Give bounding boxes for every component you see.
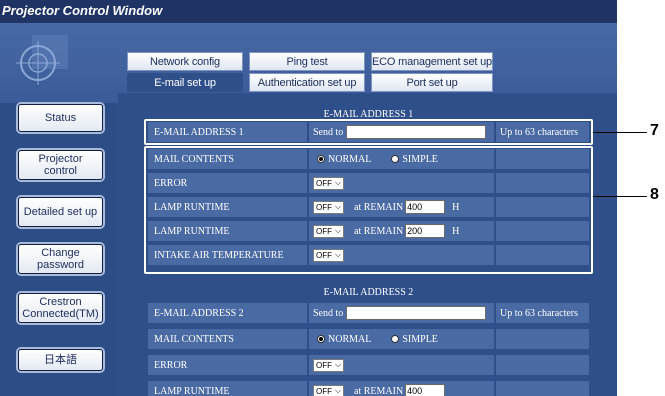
- chevron-down-icon: ⌵: [335, 360, 342, 369]
- email2-error-row: ERROR OFF ⌵: [148, 355, 589, 375]
- sidebar-item-japanese[interactable]: 日本語: [18, 349, 103, 371]
- email2-send-to-label: Send to: [313, 307, 344, 319]
- tab-authentication-setup[interactable]: Authentication set up: [249, 73, 365, 92]
- email2-mail-contents-cell: NORMAL SIMPLE: [309, 329, 494, 349]
- email2-lamp1-row: LAMP RUNTIME OFF ⌵ at REMAIN 400: [148, 381, 589, 396]
- email2-simple-radio[interactable]: [391, 335, 400, 343]
- email2-empty-cell: [496, 381, 589, 396]
- callout-frame-7: [144, 119, 593, 145]
- title-bar: Projector Control Window: [0, 0, 617, 23]
- tab-email-setup[interactable]: E-mail set up: [127, 73, 243, 92]
- email2-error-value: OFF: [316, 360, 332, 370]
- email2-error-select[interactable]: OFF ⌵: [313, 358, 344, 372]
- tab-eco-management[interactable]: ECO management set up: [371, 52, 493, 71]
- email2-lamp1-label: LAMP RUNTIME: [148, 381, 307, 396]
- email2-mail-contents-label: MAIL CONTENTS: [148, 329, 307, 349]
- tab-ping-test[interactable]: Ping test: [249, 52, 365, 71]
- email2-address-row: E-MAIL ADDRESS 2 Send to Up to 63 charac…: [148, 303, 589, 323]
- email2-normal-label: NORMAL: [328, 333, 372, 345]
- email2-mail-contents-row: MAIL CONTENTS NORMAL SIMPLE: [148, 329, 589, 349]
- tab-port-setup[interactable]: Port set up: [371, 73, 493, 92]
- callout-frame-8: [144, 146, 593, 274]
- email2-address-label: E-MAIL ADDRESS 2: [148, 303, 307, 323]
- logo-icon: [16, 35, 68, 85]
- email2-normal-radio[interactable]: [317, 335, 325, 343]
- sidebar-item-detailed-setup[interactable]: Detailed set up: [18, 197, 103, 227]
- sidebar-item-status[interactable]: Status: [18, 104, 103, 132]
- callout-leader-7: [593, 132, 647, 133]
- email2-simple-label: SIMPLE: [402, 333, 438, 345]
- email2-section-header: E-MAIL ADDRESS 2: [323, 287, 414, 298]
- email2-error-cell: OFF ⌵: [309, 355, 494, 375]
- email2-lamp1-select[interactable]: OFF ⌵: [313, 384, 344, 396]
- sidebar-item-projector-control[interactable]: Projector control: [18, 150, 103, 180]
- sidebar-item-crestron[interactable]: Crestron Connected(TM): [18, 293, 103, 323]
- chevron-down-icon: ⌵: [335, 386, 342, 395]
- sidebar-item-change-password[interactable]: Change password: [18, 244, 103, 274]
- callout-number-7: 7: [650, 122, 659, 139]
- email2-address-cell: Send to: [309, 303, 494, 323]
- email2-lamp1-cell: OFF ⌵ at REMAIN 400: [309, 381, 494, 396]
- callout-leader-8: [593, 196, 647, 197]
- tab-network-config[interactable]: Network config: [127, 52, 243, 71]
- email2-empty-cell: [496, 355, 589, 375]
- email2-address-input[interactable]: [346, 306, 487, 320]
- email2-char-limit: Up to 63 characters: [496, 303, 589, 323]
- email2-lamp1-value: OFF: [316, 386, 332, 396]
- email2-lamp1-remain-input[interactable]: 400: [405, 384, 446, 396]
- email2-empty-cell: [496, 329, 589, 349]
- window-title: Projector Control Window: [2, 3, 163, 18]
- callout-number-8: 8: [650, 186, 659, 203]
- projector-control-window: Projector Control Window Network config …: [0, 0, 617, 396]
- email2-lamp1-remain-label: at REMAIN: [354, 385, 404, 396]
- email2-error-label: ERROR: [148, 355, 307, 375]
